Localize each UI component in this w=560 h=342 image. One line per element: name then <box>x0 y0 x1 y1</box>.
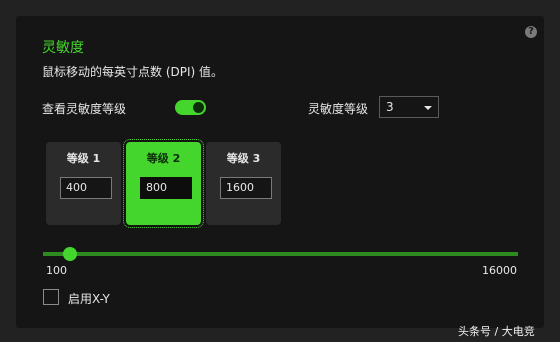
stage-2-label: 等级 2 <box>146 152 181 165</box>
sensitivity-stages-toggle[interactable] <box>175 100 206 115</box>
stage-1-dpi-input[interactable]: 400 <box>60 177 112 199</box>
stage-count-value: 3 <box>386 100 394 114</box>
toggle-knob <box>193 102 204 113</box>
stage-count-select[interactable]: 3 <box>379 96 439 118</box>
stage-3-dpi-input[interactable]: 1600 <box>220 177 272 199</box>
sensitivity-stages-label: 查看灵敏度等级 <box>42 102 127 116</box>
section-title: 灵敏度 <box>42 40 84 56</box>
watermark: 头条号 / 大电竞 <box>458 325 535 338</box>
dpi-slider-track[interactable] <box>43 252 518 256</box>
xy-checkbox-label: 启用X-Y <box>68 292 110 306</box>
chevron-down-icon <box>424 106 432 110</box>
stage-2-card[interactable]: 等级 2 800 <box>123 139 204 228</box>
section-description: 鼠标移动的每英寸点数 (DPI) 值。 <box>42 65 224 79</box>
dpi-slider-thumb[interactable] <box>63 247 77 261</box>
stage-3-label: 等级 3 <box>226 152 261 165</box>
stage-3-card[interactable]: 等级 3 1600 <box>206 142 281 225</box>
xy-checkbox[interactable] <box>43 289 59 305</box>
stage-1-label: 等级 1 <box>66 152 101 165</box>
help-icon[interactable]: ? <box>525 26 537 38</box>
dpi-slider-min: 100 <box>46 264 67 277</box>
dpi-slider-max: 16000 <box>482 264 517 277</box>
stage-count-label: 灵敏度等级 <box>308 102 369 116</box>
stage-1-card[interactable]: 等级 1 400 <box>46 142 121 225</box>
stage-2-dpi-input[interactable]: 800 <box>140 177 192 199</box>
